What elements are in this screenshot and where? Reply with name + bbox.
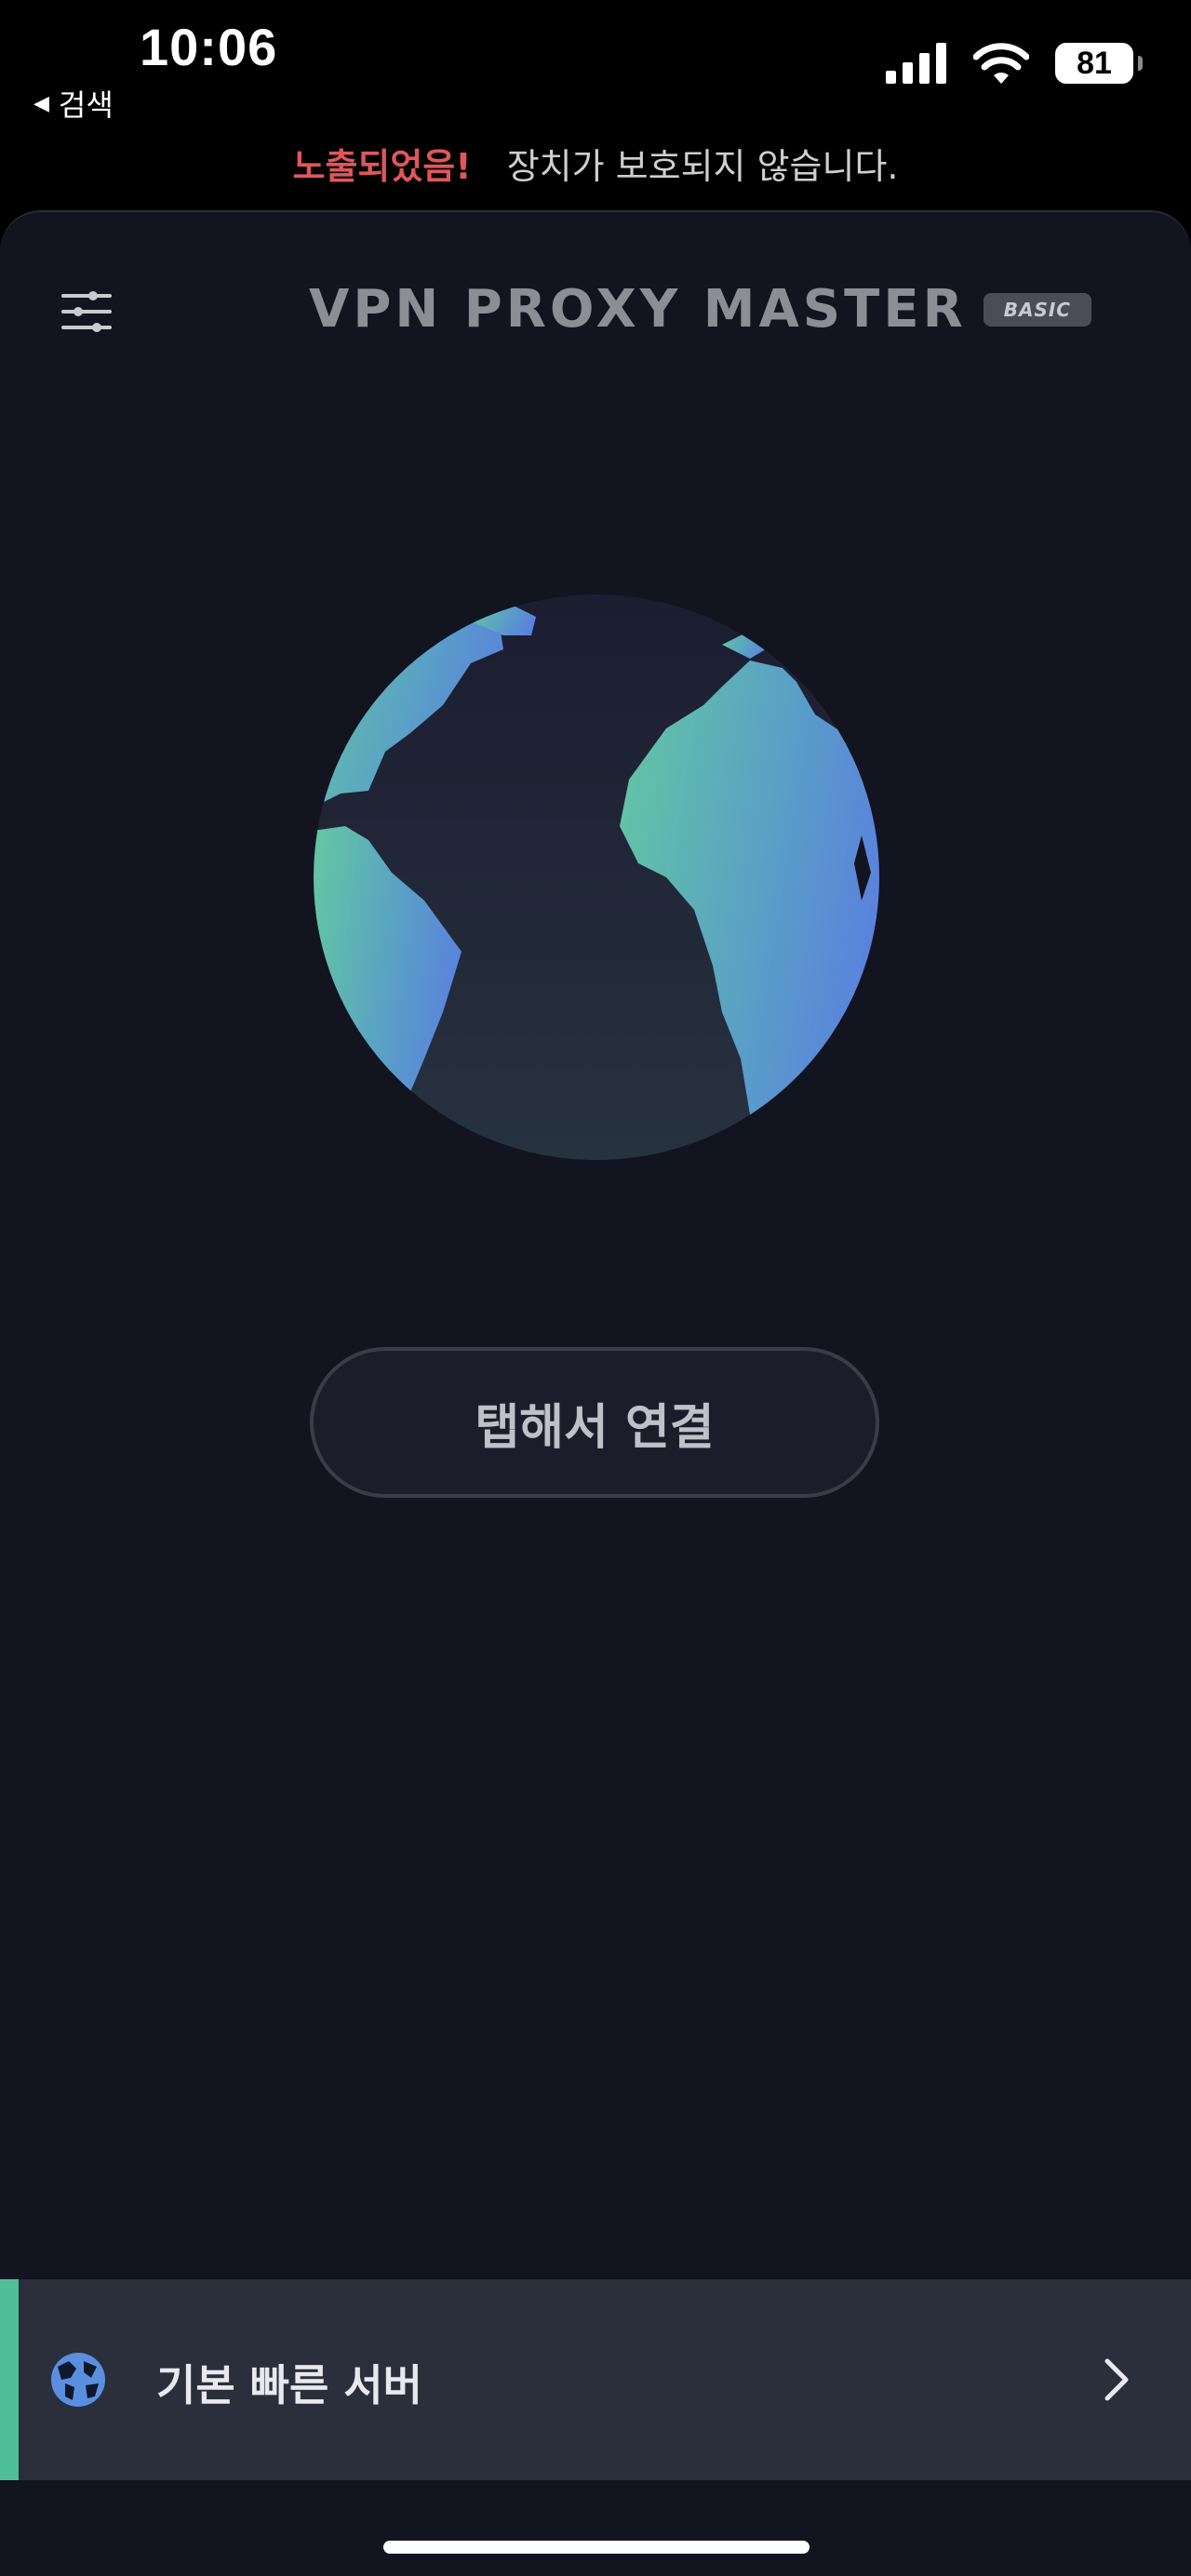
app-panel: VPN PROXY MASTER BASIC 탭해서 연결 기본 빠른 서버 <box>0 210 1191 2576</box>
wifi-icon <box>973 43 1029 84</box>
back-to-app-button[interactable]: ◀ 검색 <box>33 82 114 125</box>
battery-icon: 81 <box>1055 43 1143 84</box>
system-icons: 81 <box>886 43 1143 84</box>
status-bar: 10:06 ◀ 검색 81 <box>0 0 1191 130</box>
sliders-icon[interactable] <box>61 288 112 335</box>
back-app-label: 검색 <box>58 87 114 123</box>
logo-text: VPN PROXY MASTER <box>309 279 967 340</box>
plan-badge: BASIC <box>983 292 1091 327</box>
connect-button[interactable]: 탭해서 연결 <box>310 1347 879 1498</box>
signal-icon <box>886 43 946 84</box>
server-label: 기본 빠른 서버 <box>156 2360 422 2410</box>
back-triangle-icon: ◀ <box>33 91 49 115</box>
globe-small-icon <box>51 2353 105 2407</box>
app-logo: VPN PROXY MASTER BASIC <box>309 279 1091 340</box>
exposed-label: 노출되었음! <box>292 146 472 187</box>
screen: 10:06 ◀ 검색 81 노출되었음! 장치가 보호되지 않습니다. VPN … <box>0 0 1191 2576</box>
server-accent-bar <box>0 2279 19 2480</box>
chevron-right-icon[interactable] <box>1098 2354 1135 2406</box>
globe-icon[interactable] <box>313 594 880 1161</box>
status-time: 10:06 <box>140 18 278 76</box>
server-selector[interactable]: 기본 빠른 서버 <box>0 2279 1191 2480</box>
exposure-warning: 노출되었음! 장치가 보호되지 않습니다. <box>0 138 1191 189</box>
home-indicator[interactable] <box>383 2541 810 2554</box>
warning-message: 장치가 보호되지 않습니다. <box>506 146 899 187</box>
